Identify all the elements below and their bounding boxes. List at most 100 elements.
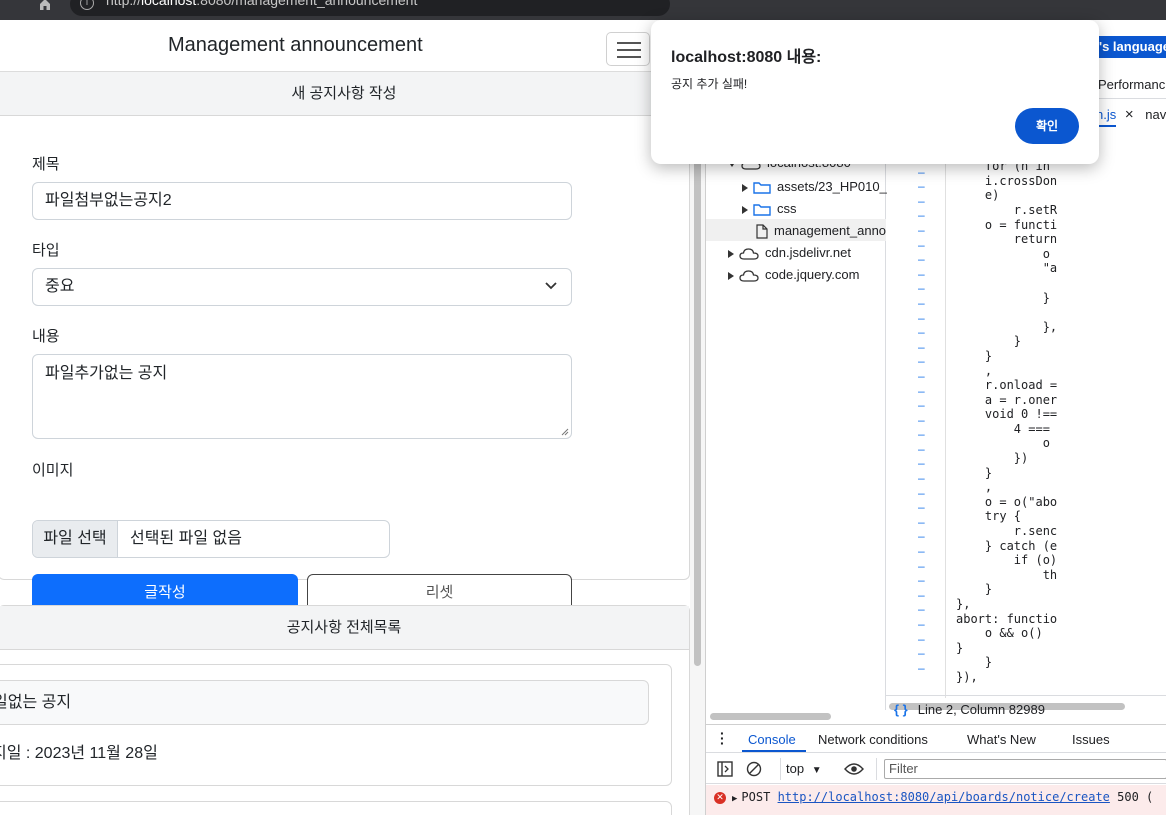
code-line: a = r.oner (956, 392, 1058, 407)
devtools-language-banner[interactable]: 's language (1096, 36, 1166, 58)
divider (780, 758, 781, 780)
navbar: Management announcement (0, 20, 705, 72)
more-options-icon[interactable]: · · · (720, 726, 725, 750)
type-select[interactable]: 중요 (32, 268, 572, 306)
code-line: } (956, 290, 1050, 305)
tree-label: assets/23_HP010_ (777, 179, 887, 194)
tab-performance[interactable]: Performanc (1098, 77, 1165, 92)
code-editor[interactable]: –––––––––––––––––––––––––––––––––––– for… (886, 150, 1166, 698)
content-label: 내용 (32, 328, 60, 345)
tree-item-file[interactable]: management_anno (756, 223, 886, 239)
code-line: } (956, 640, 964, 655)
sources-navigator: localhost:8080 assets/23_HP010_ css mana… (706, 150, 887, 710)
tree-label: code.jquery.com (765, 267, 860, 282)
address-bar[interactable]: i http://localhost:8080/management_annou… (70, 0, 670, 16)
gutter-mark: – (918, 500, 925, 515)
expand-triangle-icon (728, 249, 734, 258)
menu-toggle-button[interactable] (606, 32, 650, 66)
code-line: if (o) (956, 553, 1058, 568)
code-line: r.senc (956, 524, 1058, 539)
code-line: return (956, 232, 1058, 247)
request-url-link[interactable]: http://localhost:8080/api/boards/notice/… (778, 790, 1110, 804)
cloud-icon (739, 269, 759, 282)
close-icon[interactable]: × (1125, 106, 1134, 123)
page-title: Management announcement (168, 34, 423, 56)
content-value: 파일추가없는 공지 (45, 365, 168, 382)
chevron-down-icon (545, 282, 557, 290)
code-line: 4 === (956, 421, 1050, 436)
url-host: localhost (141, 0, 197, 8)
title-input[interactable]: 파일첨부없는공지2 (32, 182, 572, 220)
navigator-scrollbar[interactable] (710, 713, 831, 720)
list-item[interactable] (0, 801, 672, 815)
tree-item-css[interactable]: css (742, 201, 797, 216)
resize-grip-icon[interactable] (561, 428, 569, 436)
eye-icon[interactable] (844, 762, 864, 776)
gutter-mark: – (918, 412, 925, 427)
dropdown-triangle-icon: ▼ (811, 765, 822, 776)
tab-whats-new[interactable]: What's New (967, 732, 1036, 747)
tree-item-jquery[interactable]: code.jquery.com (728, 267, 859, 282)
response-status: 500 ( (1117, 790, 1154, 804)
code-line: r.setR (956, 202, 1058, 217)
expand-triangle-icon[interactable]: ▶ (732, 794, 737, 804)
clear-console-icon[interactable] (746, 761, 762, 777)
tree-label: css (777, 201, 797, 216)
code-line: o = functi (956, 217, 1058, 232)
tree-item-assets[interactable]: assets/23_HP010_ (742, 179, 887, 194)
gutter-mark: – (918, 471, 925, 486)
gutter-mark: – (918, 281, 925, 296)
tab-network-conditions[interactable]: Network conditions (818, 732, 928, 747)
file-icon (756, 224, 768, 239)
gutter-marks: –––––––––––––––––––––––––––––––––––– (918, 150, 928, 675)
new-notice-form: 새 공지사항 작성 제목 파일첨부없는공지2 타입 중요 내용 파일추가없는 공… (0, 72, 690, 612)
pretty-print-icon[interactable]: { } (894, 702, 908, 717)
active-tab-indicator (742, 750, 806, 752)
tab-console[interactable]: Console (748, 732, 796, 747)
code-line: } (956, 334, 1022, 349)
site-info-icon[interactable]: i (80, 0, 94, 10)
sidebar-toggle-icon[interactable] (717, 761, 733, 777)
request-method: POST (741, 790, 771, 804)
url-path: :8080/management_announcement (196, 0, 418, 8)
home-icon[interactable] (38, 0, 52, 11)
dialog-message: 공지 추가 실패! (671, 77, 748, 91)
code-line: abort: functio (956, 611, 1058, 626)
tree-item-cdn[interactable]: cdn.jsdelivr.net (728, 245, 851, 260)
content-textarea[interactable]: 파일추가없는 공지 (32, 354, 572, 439)
notice-title: 일없는 공지 (0, 680, 649, 725)
tab-source-file[interactable]: n.js × nav (1096, 106, 1166, 127)
source-code: for (r r for (n in i.crossDon e) r.setR … (956, 150, 1086, 685)
gutter-mark: – (918, 646, 925, 661)
code-line: } (956, 465, 993, 480)
console-filter-input[interactable]: Filter (884, 759, 1166, 779)
console-error-message[interactable]: ✕ ▶ POST http://localhost:8080/api/boards/… (706, 785, 1166, 815)
alert-dialog: localhost:8080 내용: 공지 추가 실패! 확인 (651, 20, 1099, 164)
context-selector[interactable]: top ▼ (786, 761, 822, 776)
code-line: e) (956, 188, 1000, 203)
gutter-mark: – (918, 485, 925, 500)
tab-next-file[interactable]: nav (1145, 107, 1166, 122)
gutter-mark: – (918, 237, 925, 252)
code-line: }, (956, 319, 1058, 334)
expand-triangle-icon (728, 271, 734, 280)
expand-triangle-icon (742, 183, 748, 192)
gutter-mark: – (918, 529, 925, 544)
gutter-mark: – (918, 252, 925, 267)
code-line: }, (956, 597, 971, 611)
code-line: th (956, 567, 1058, 582)
code-line: void 0 !== (956, 407, 1058, 422)
choose-file-button[interactable]: 파일 선택 (33, 521, 118, 557)
list-item[interactable]: 일없는 공지 지일 : 2023년 11월 28일 (0, 664, 672, 786)
cloud-icon (739, 247, 759, 260)
code-line: , (956, 480, 993, 495)
gutter-mark: – (918, 602, 925, 617)
web-page: Management announcement 새 공지사항 작성 제목 파일첨… (0, 20, 705, 815)
drawer-tabs: · · · Console Network conditions What's Ne… (706, 725, 1166, 753)
image-file-input[interactable]: 파일 선택 선택된 파일 없음 (32, 520, 390, 558)
expand-triangle-icon (742, 205, 748, 214)
tab-issues[interactable]: Issues (1072, 732, 1110, 747)
dialog-ok-button[interactable]: 확인 (1015, 108, 1079, 144)
